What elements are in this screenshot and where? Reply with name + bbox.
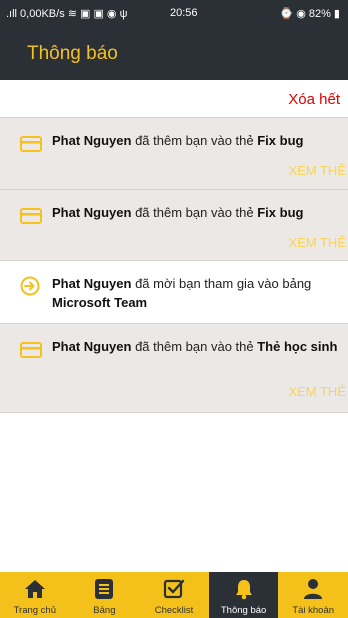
card-icon	[20, 208, 42, 229]
status-bar: .ıll 0,00KB/s ≋ ▣ ▣ ◉ ψ 20:56 ⌚ ◉ 82% ▮	[0, 0, 348, 26]
card-icon	[20, 136, 42, 157]
tab-account[interactable]: Tài khoản	[278, 572, 348, 618]
notification-user: Phat Nguyen	[52, 276, 132, 291]
notification-target: Fix bug	[257, 133, 304, 148]
page-title: Thông báo	[27, 43, 118, 64]
home-icon	[24, 578, 46, 605]
notification-item[interactable]: Phat Nguyen đã thêm bạn vào thẻ Fix bug …	[0, 189, 348, 260]
notification-user: Phat Nguyen	[52, 133, 132, 148]
user-icon	[303, 578, 323, 605]
status-right-icons: ⌚ ◉ 82% ▮	[279, 8, 340, 20]
notification-text: Phat Nguyen đã thêm bạn vào thẻ Fix bug	[52, 203, 346, 222]
notification-text: Phat Nguyen đã mời bạn tham gia vào bảng…	[52, 274, 326, 312]
tab-label: Thông báo	[220, 605, 267, 616]
tab-label: Trang chủ	[13, 605, 56, 616]
app-bar: Thông báo	[0, 26, 348, 80]
tab-label: Bảng	[93, 605, 116, 616]
notification-item[interactable]: Phat Nguyen đã thêm bạn vào thẻ Fix bug …	[0, 117, 348, 189]
status-time: 20:56	[170, 7, 198, 19]
bottom-navigation: Trang chủ Bảng Checklist Thông báo Tài k…	[0, 572, 348, 618]
notification-target: Fix bug	[257, 205, 304, 220]
tab-label: Checklist	[154, 605, 194, 616]
notification-verb: đã thêm bạn vào thẻ	[131, 339, 258, 354]
notification-verb: đã thêm bạn vào thẻ	[131, 133, 258, 148]
status-left-icons: .ıll 0,00KB/s ≋ ▣ ▣ ◉ ψ	[6, 8, 128, 20]
notification-item[interactable]: Phat Nguyen đã thêm bạn vào thẻ Thẻ học …	[0, 323, 348, 413]
notification-verb: đã thêm bạn vào thẻ	[131, 205, 258, 220]
view-card-button[interactable]: XEM THẺ	[288, 384, 346, 399]
card-icon	[20, 342, 42, 363]
notification-target: Thẻ học sinh	[257, 339, 338, 354]
tab-home[interactable]: Trang chủ	[0, 572, 70, 618]
notification-target: Microsoft Team	[52, 295, 148, 310]
bell-icon	[234, 578, 254, 605]
notification-user: Phat Nguyen	[52, 339, 132, 354]
view-card-button[interactable]: XEM THẺ	[288, 235, 346, 250]
tab-notifications[interactable]: Thông báo	[208, 572, 279, 618]
join-board-icon	[20, 276, 40, 301]
checklist-icon	[163, 578, 185, 605]
notification-user: Phat Nguyen	[52, 205, 132, 220]
board-icon	[94, 578, 114, 605]
notification-verb: đã mời bạn tham gia vào bảng	[131, 276, 312, 291]
tab-boards[interactable]: Bảng	[70, 572, 140, 618]
notification-text: Phat Nguyen đã thêm bạn vào thẻ Thẻ học …	[52, 337, 346, 356]
view-card-button[interactable]: XEM THẺ	[288, 163, 346, 178]
clear-all-button[interactable]: Xóa hết	[288, 91, 340, 108]
notification-text: Phat Nguyen đã thêm bạn vào thẻ Fix bug	[52, 131, 346, 150]
notification-item[interactable]: Phat Nguyen đã mời bạn tham gia vào bảng…	[0, 260, 348, 323]
tab-checklist[interactable]: Checklist	[139, 572, 209, 618]
tab-label: Tài khoản	[292, 605, 335, 616]
